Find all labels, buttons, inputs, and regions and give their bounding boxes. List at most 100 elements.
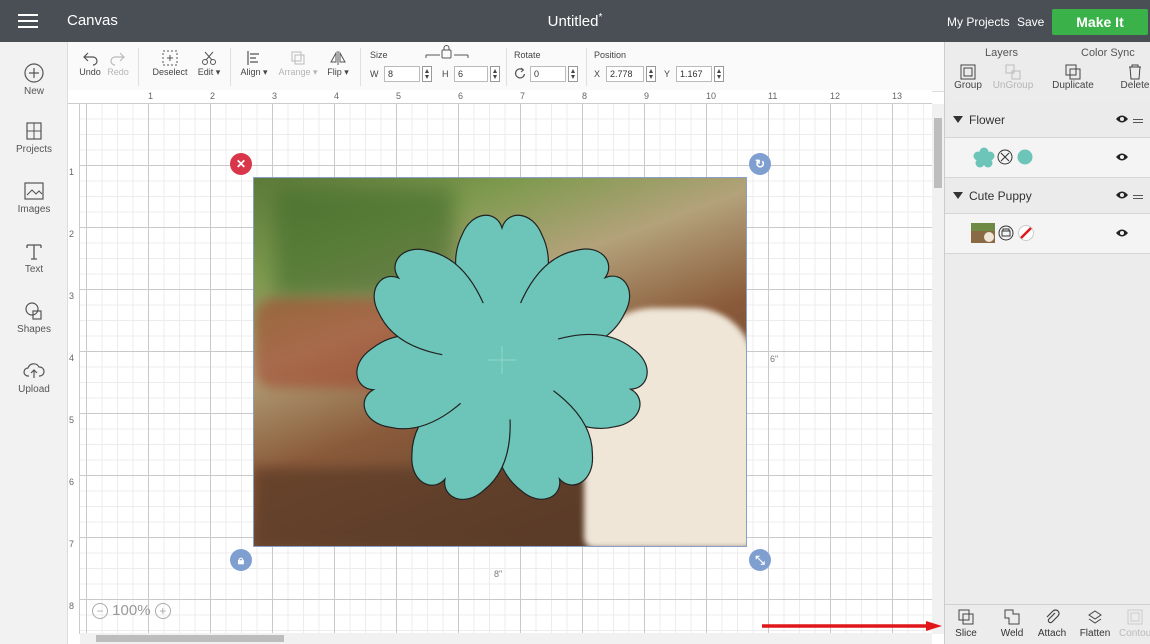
flower-shape[interactable] xyxy=(342,202,682,512)
flatten-label: Flatten xyxy=(1079,628,1111,639)
y-position-stepper[interactable] xyxy=(714,66,724,82)
tab-layers[interactable]: Layers xyxy=(985,47,1018,59)
duplicate-button[interactable]: Duplicate xyxy=(1049,64,1097,91)
delete-handle[interactable]: ✕ xyxy=(230,153,252,175)
modified-mark: * xyxy=(598,12,603,23)
ruler-tick-label: 10 xyxy=(706,91,717,101)
layer-group-flower[interactable]: Flower xyxy=(945,102,1150,138)
tab-color-sync[interactable]: Color Sync xyxy=(1081,47,1135,59)
arrange-label: Arrange xyxy=(278,67,311,77)
slice-button[interactable]: Slice xyxy=(951,609,981,639)
make-it-button[interactable]: Make It xyxy=(1052,9,1148,35)
height-input[interactable]: 6 xyxy=(454,66,488,82)
contour-icon xyxy=(1127,609,1143,625)
cut-operation-icon[interactable] xyxy=(997,149,1013,165)
flower-petals xyxy=(349,214,655,512)
rotate-stepper[interactable] xyxy=(568,66,578,82)
x-position-input[interactable]: 2.778 xyxy=(606,66,644,82)
ungroup-icon xyxy=(1005,64,1021,80)
design-canvas[interactable]: ✕ ↻ 🔒︎ ⤡ 6" 8" − 100% + xyxy=(80,104,932,634)
edit-menu-button[interactable]: Edit ▾ xyxy=(196,49,222,78)
rotate-input[interactable]: 0 xyxy=(530,66,566,82)
annotation-arrow xyxy=(762,621,942,631)
paperclip-icon xyxy=(1046,609,1060,624)
visibility-eye-icon[interactable] xyxy=(1115,228,1129,238)
contour-button[interactable]: Contour xyxy=(1119,609,1150,639)
weld-button[interactable]: Weld xyxy=(997,609,1027,639)
zoom-in-button[interactable]: + xyxy=(154,603,171,620)
hamburger-menu-icon[interactable] xyxy=(18,14,38,28)
layer-group-cute-puppy[interactable]: Cute Puppy xyxy=(945,178,1150,214)
horizontal-scrollbar[interactable] xyxy=(80,633,932,644)
sidebar-item-new[interactable]: New xyxy=(0,62,68,97)
visibility-eye-icon[interactable] xyxy=(1115,190,1129,200)
edit-label: Edit xyxy=(197,67,214,77)
y-position-input[interactable]: 1.167 xyxy=(676,66,712,82)
collapse-triangle-icon[interactable] xyxy=(953,192,963,199)
duplicate-label: Duplicate xyxy=(1052,80,1094,91)
my-projects-link[interactable]: My Projects xyxy=(947,15,1010,29)
drag-handle-icon[interactable] xyxy=(1133,195,1143,196)
attach-button[interactable]: Attach xyxy=(1035,609,1069,639)
weld-icon xyxy=(1004,609,1020,625)
resize-handle[interactable]: ⤡ xyxy=(749,549,771,571)
sidebar-item-projects[interactable]: Projects xyxy=(0,120,68,155)
print-then-cut-icon[interactable] xyxy=(998,225,1014,241)
x-position-stepper[interactable] xyxy=(646,66,656,82)
align-menu-button[interactable]: Align ▾ xyxy=(238,49,270,78)
lock-proportions-icon[interactable] xyxy=(424,45,470,59)
sidebar-item-label: Projects xyxy=(15,144,53,155)
sidebar-item-images[interactable]: Images xyxy=(0,180,68,215)
edit-toolbar: Undo Redo Deselect Edit ▾ Align ▾ Arrang… xyxy=(68,42,946,92)
save-button[interactable]: Save xyxy=(1017,15,1044,29)
ruler-tick-label: 7 xyxy=(520,91,526,101)
vertical-scrollbar[interactable] xyxy=(932,104,944,634)
ungroup-button[interactable]: UnGroup xyxy=(987,64,1039,91)
layer-item-cute-puppy[interactable] xyxy=(945,214,1150,254)
group-icon xyxy=(960,64,976,80)
zoom-out-button[interactable]: − xyxy=(92,603,108,620)
ruler-tick-label: 3 xyxy=(69,291,75,301)
y-label: Y xyxy=(664,69,671,79)
layer-item-flower[interactable] xyxy=(945,138,1150,178)
zoom-level: 100% xyxy=(112,602,151,619)
layers-list: Flower Cute Puppy xyxy=(945,102,1150,254)
attach-label: Attach xyxy=(1037,628,1067,639)
images-icon xyxy=(24,182,44,200)
color-swatch-icon[interactable] xyxy=(1017,149,1033,165)
drag-handle-icon[interactable] xyxy=(1133,119,1143,120)
flip-icon xyxy=(330,51,346,65)
toolbar-divider xyxy=(138,48,139,86)
arrange-menu-button[interactable]: Arrange ▾ xyxy=(278,49,318,78)
ruler-tick-label: 4 xyxy=(69,353,75,363)
sidebar-item-label: Images xyxy=(17,204,51,215)
group-button[interactable]: Group xyxy=(951,64,985,91)
sidebar-item-upload[interactable]: Upload xyxy=(0,360,68,395)
visibility-eye-icon[interactable] xyxy=(1115,152,1129,162)
redo-button[interactable]: Redo xyxy=(106,49,130,77)
height-stepper[interactable] xyxy=(490,66,500,82)
ruler-tick-label: 1 xyxy=(148,91,154,101)
no-color-swatch-icon[interactable] xyxy=(1018,225,1034,241)
sidebar-item-shapes[interactable]: Shapes xyxy=(0,300,68,335)
scrollbar-thumb[interactable] xyxy=(96,635,284,642)
weld-label: Weld xyxy=(1000,628,1024,639)
width-input[interactable]: 8 xyxy=(384,66,420,82)
flip-menu-button[interactable]: Flip ▾ xyxy=(324,49,352,78)
lock-handle[interactable]: 🔒︎ xyxy=(230,549,252,571)
sidebar-item-text[interactable]: Text xyxy=(0,240,68,275)
collapse-triangle-icon[interactable] xyxy=(953,116,963,123)
visibility-eye-icon[interactable] xyxy=(1115,114,1129,124)
deselect-icon xyxy=(162,50,178,66)
width-stepper[interactable] xyxy=(422,66,432,82)
deselect-button[interactable]: Deselect xyxy=(152,49,188,77)
toolbar-divider xyxy=(506,48,507,86)
rotate-handle[interactable]: ↻ xyxy=(749,153,771,175)
scrollbar-thumb[interactable] xyxy=(934,118,942,188)
delete-button[interactable]: Delete xyxy=(1115,64,1150,91)
ruler-tick-label: 13 xyxy=(892,91,903,101)
flatten-button[interactable]: Flatten xyxy=(1075,609,1115,639)
ruler-tick-label: 5 xyxy=(69,415,75,425)
document-name[interactable]: Untitled xyxy=(548,13,599,30)
undo-button[interactable]: Undo xyxy=(78,49,102,77)
